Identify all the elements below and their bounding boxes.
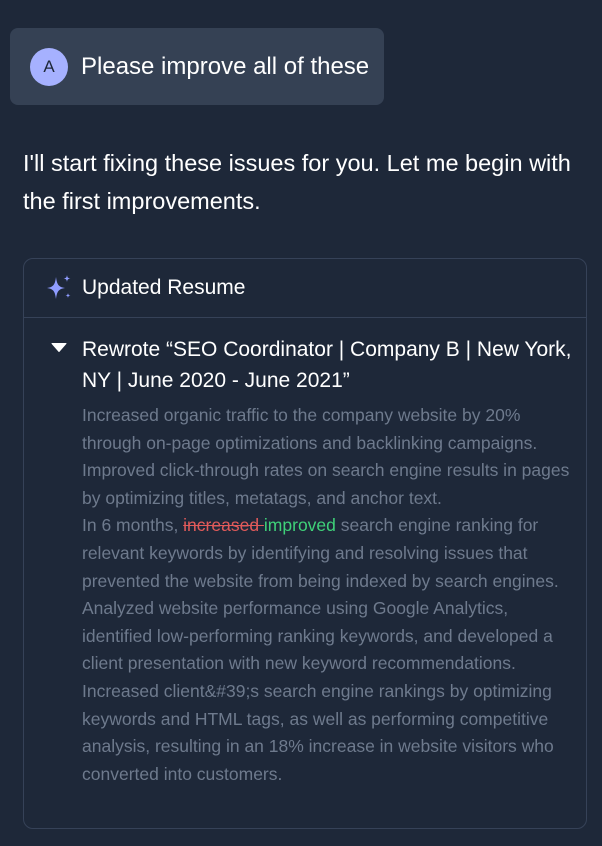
assistant-message-text: I'll start fixing these issues for you. …: [23, 150, 571, 214]
caret-down-icon[interactable]: [51, 340, 67, 356]
card-header: Updated Resume: [24, 259, 586, 318]
sparkle-icon: [47, 275, 71, 299]
bullet-text-with-diff: In 6 months, increased improved search e…: [82, 512, 578, 595]
section-title: Rewrote “SEO Coordinator | Company B | N…: [82, 338, 572, 392]
section-body: Increased organic traffic to the company…: [82, 402, 578, 788]
user-message-bubble: A Please improve all of these: [10, 28, 384, 105]
bullet-text: Improved click-through rates on search e…: [82, 460, 570, 508]
inserted-text: improved: [263, 515, 336, 536]
bullet-text: Increased organic traffic to the company…: [82, 405, 538, 453]
bullet-text: Analyzed website performance using Googl…: [82, 598, 553, 674]
deleted-text: increased: [183, 515, 264, 536]
updated-resume-card: Updated Resume Rewrote “SEO Coordinator …: [23, 258, 587, 829]
user-message-text: Please improve all of these: [81, 52, 370, 80]
avatar: A: [30, 47, 68, 86]
diff-context: In 6 months,: [82, 515, 184, 536]
card-title: Updated Resume: [82, 276, 246, 299]
bullet-text: Increased client&#39;s search engine ran…: [82, 680, 554, 784]
section-header[interactable]: Rewrote “SEO Coordinator | Company B | N…: [51, 334, 572, 396]
